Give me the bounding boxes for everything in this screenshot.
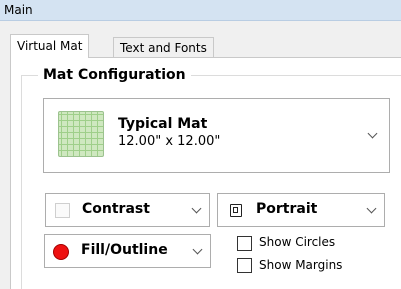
- chevron-down-icon: [366, 203, 377, 214]
- mat-name: Typical Mat: [118, 116, 208, 132]
- contrast-label: Contrast: [82, 201, 150, 217]
- mat-select-dropdown[interactable]: Typical Mat 12.00" x 12.00": [43, 98, 390, 173]
- orientation-dropdown[interactable]: Portrait: [217, 193, 385, 227]
- show-margins-label: Show Margins: [259, 258, 343, 272]
- contrast-dropdown[interactable]: Contrast: [45, 193, 210, 227]
- orientation-label: Portrait: [256, 201, 318, 217]
- tab-text-and-fonts[interactable]: Text and Fonts: [113, 37, 214, 58]
- mat-size: 12.00" x 12.00": [118, 134, 221, 149]
- show-margins-checkbox[interactable]: [237, 258, 252, 273]
- chevron-down-icon: [191, 203, 202, 214]
- panel-titlebar: Main: [0, 0, 401, 21]
- panel-title: Main: [4, 3, 33, 17]
- show-circles-label: Show Circles: [259, 235, 336, 249]
- tab-text-and-fonts-label: Text and Fonts: [120, 41, 207, 55]
- chevron-down-icon: [367, 128, 378, 139]
- tab-virtual-mat-label: Virtual Mat: [17, 39, 83, 53]
- red-dot-icon: [53, 244, 69, 260]
- group-title: Mat Configuration: [38, 66, 191, 84]
- chevron-down-icon: [192, 244, 203, 255]
- portrait-icon: [230, 204, 242, 217]
- show-circles-checkbox[interactable]: [237, 236, 252, 251]
- fill-outline-dropdown[interactable]: Fill/Outline: [44, 234, 211, 268]
- fill-outline-label: Fill/Outline: [81, 242, 168, 258]
- grid-mat-icon: [58, 111, 104, 157]
- tab-virtual-mat[interactable]: Virtual Mat: [10, 34, 90, 58]
- white-square-icon: [55, 203, 70, 218]
